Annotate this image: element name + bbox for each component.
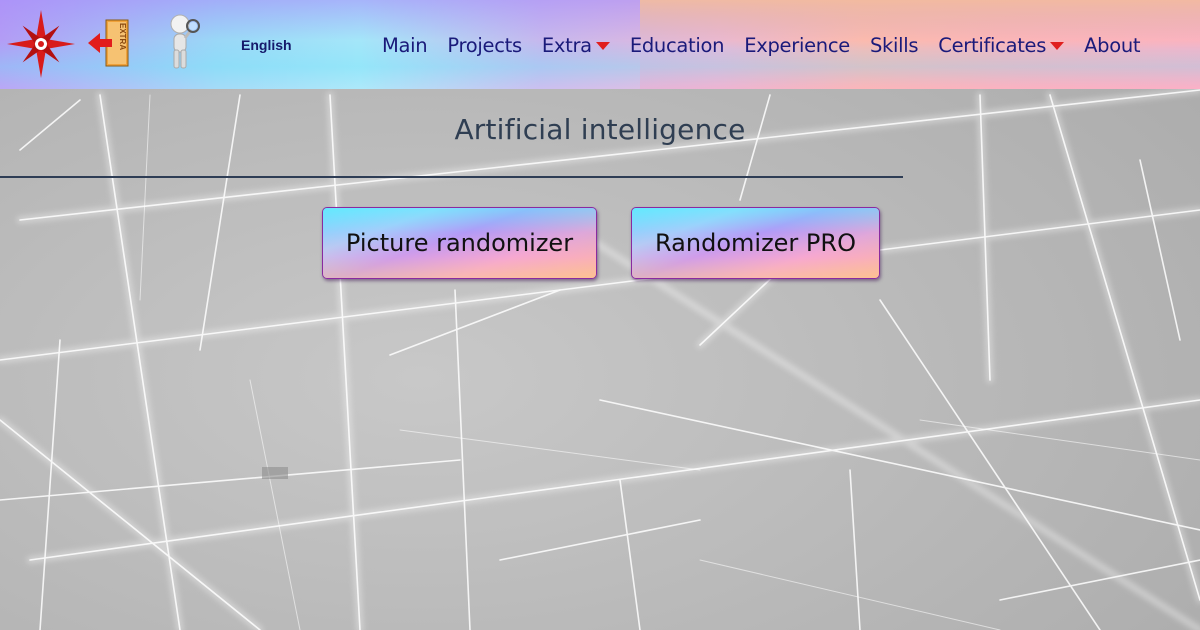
nav-item-skills[interactable]: Skills <box>869 33 919 57</box>
nav-item-label: Certificates <box>938 33 1047 57</box>
language-selector[interactable]: English <box>241 37 292 53</box>
background-grid <box>0 0 1200 630</box>
nav-item-label: Extra <box>541 33 592 57</box>
main-nav: Main Projects Extra Education Experience… <box>382 31 1141 59</box>
nav-item-label: Experience <box>744 33 850 57</box>
dropdown-caret-icon <box>1050 42 1065 50</box>
search-figure-icon[interactable] <box>165 14 201 70</box>
dropdown-caret-icon <box>595 42 610 50</box>
nav-item-education[interactable]: Education <box>629 33 725 57</box>
title-divider <box>0 176 903 178</box>
picture-randomizer-button[interactable]: Picture randomizer <box>322 207 597 279</box>
compass-star-logo-icon[interactable] <box>6 9 76 79</box>
nav-item-certificates[interactable]: Certificates <box>938 33 1065 57</box>
nav-item-label: Skills <box>869 33 919 57</box>
nav-item-projects[interactable]: Projects <box>447 33 522 57</box>
nav-item-label: Main <box>382 33 428 57</box>
nav-item-main[interactable]: Main <box>382 33 428 57</box>
button-label: Picture randomizer <box>345 229 574 257</box>
nav-item-label: Education <box>629 33 725 57</box>
nav-item-extra[interactable]: Extra <box>542 34 610 57</box>
page: EXTRA English Main Projects Extra Educat… <box>0 0 1200 630</box>
nav-item-experience[interactable]: Experience <box>744 34 850 57</box>
page-title: Artificial intelligence <box>454 113 746 146</box>
button-label: Randomizer PRO <box>655 229 856 257</box>
nav-item-about[interactable]: About <box>1084 34 1140 57</box>
randomizer-pro-button[interactable]: Randomizer PRO <box>631 207 880 279</box>
extra-exit-door-icon[interactable]: EXTRA <box>86 19 136 67</box>
nav-item-label: About <box>1084 33 1141 57</box>
extra-badge-text: EXTRA <box>118 23 127 50</box>
nav-item-label: Projects <box>447 33 522 57</box>
